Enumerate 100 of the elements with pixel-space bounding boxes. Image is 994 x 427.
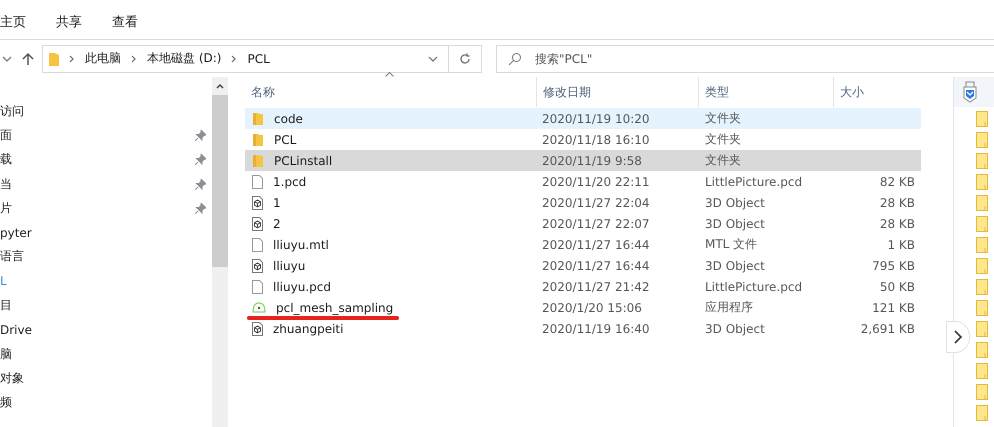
folder-icon[interactable]	[976, 111, 988, 127]
nav-item[interactable]: 载	[0, 148, 212, 172]
folder-icon[interactable]	[976, 279, 988, 295]
date-cell: 2020/11/27 21:42	[542, 280, 650, 294]
file-name: lliuyu.pcd	[273, 280, 331, 294]
search-icon	[508, 52, 522, 66]
file-row[interactable]: zhuangpeiti 2020/11/19 16:40 3D Object 2,691 KB	[245, 318, 921, 339]
file-row[interactable]: lliuyu.pcd 2020/11/27 21:42 LittlePicture.pcd 50 KB	[245, 276, 921, 297]
size-cell: 28 KB	[880, 196, 915, 210]
column-header[interactable]: 修改日期	[537, 77, 699, 107]
type-cell: MTL 文件	[705, 236, 758, 253]
file-row[interactable]: code 2020/11/19 10:20 文件夹	[245, 108, 921, 129]
date-cell: 2020/11/27 22:04	[542, 196, 650, 210]
date-cell: 2020/11/27 16:44	[542, 258, 650, 272]
column-header[interactable]: 大小	[834, 77, 920, 107]
nav-item[interactable]: 访问	[0, 99, 212, 124]
folder-icon[interactable]	[976, 321, 988, 337]
folder-icon[interactable]	[976, 384, 988, 400]
pin-icon[interactable]	[195, 130, 206, 141]
type-cell: 文件夹	[705, 131, 741, 148]
file-name: lliuyu.mtl	[273, 238, 329, 252]
type-cell: 3D Object	[705, 196, 765, 210]
expand-button[interactable]	[946, 321, 970, 353]
address-bar[interactable]: 此电脑 本地磁盘 (D:) PCL	[42, 44, 482, 72]
pin-icon[interactable]	[195, 202, 206, 214]
nav-item[interactable]: 对象	[0, 366, 212, 391]
cube-file-icon	[252, 322, 263, 336]
file-row[interactable]: lliuyu.mtl 2020/11/27 16:44 MTL 文件 1 KB	[245, 234, 921, 255]
nav-item[interactable]: 频	[0, 390, 212, 415]
file-name: PCLinstall	[274, 154, 332, 168]
chevron-down-icon[interactable]	[428, 54, 438, 62]
file-row[interactable]: 1.pcd 2020/11/20 22:11 LittlePicture.pcd 82 KB	[245, 171, 921, 192]
folder-icon[interactable]	[976, 363, 988, 379]
date-cell: 2020/11/19 10:20	[542, 112, 650, 126]
up-arrow-icon[interactable]	[22, 52, 34, 66]
size-cell: 82 KB	[880, 174, 915, 188]
nav-item[interactable]: 片	[0, 196, 212, 220]
folder-icon[interactable]	[976, 174, 988, 190]
scroll-up-icon[interactable]	[216, 83, 224, 89]
breadcrumb[interactable]: 本地磁盘 (D:)	[147, 50, 222, 67]
size-cell: 795 KB	[872, 258, 915, 272]
folder-icon[interactable]	[976, 195, 988, 211]
folder-icon[interactable]	[976, 405, 988, 421]
folder-icon[interactable]	[976, 258, 988, 274]
size-cell: 1 KB	[887, 238, 915, 252]
date-cell: 2020/11/18 16:10	[542, 132, 650, 146]
nav-item[interactable]: 当	[0, 172, 212, 196]
pin-icon[interactable]	[195, 154, 206, 166]
shield-icon[interactable]	[962, 81, 978, 103]
folder-icon[interactable]	[976, 153, 988, 169]
file-row[interactable]: PCL 2020/11/18 16:10 文件夹	[245, 129, 921, 150]
nav-item[interactable]: 语言	[0, 244, 212, 270]
pin-icon[interactable]	[195, 178, 206, 190]
chevron-right-icon	[69, 54, 75, 62]
chevron-right-icon	[131, 54, 137, 62]
breadcrumb[interactable]: PCL	[247, 52, 270, 66]
ribbon-tab[interactable]: 查看	[112, 13, 138, 31]
type-cell: 3D Object	[705, 216, 765, 230]
file-row[interactable]: PCLinstall 2020/11/19 9:58 文件夹	[245, 150, 921, 171]
folder-icon	[252, 112, 264, 125]
type-cell: LittlePicture.pcd	[705, 280, 802, 294]
type-cell: 文件夹	[705, 152, 741, 169]
file-row[interactable]: lliuyu 2020/11/27 16:44 3D Object 795 KB	[245, 255, 921, 276]
date-cell: 2020/11/19 16:40	[542, 322, 650, 336]
document-icon	[252, 174, 263, 188]
folder-icon[interactable]	[976, 342, 988, 358]
cube-file-icon	[252, 258, 263, 272]
folder-icon[interactable]	[976, 132, 988, 148]
search-field[interactable]: 搜索"PCL"	[496, 44, 994, 72]
nav-item[interactable]: 脑	[0, 342, 212, 366]
column-header[interactable]: 类型	[699, 77, 834, 107]
nav-item[interactable]: Drive	[0, 318, 212, 342]
file-row[interactable]: 1 2020/11/27 22:04 3D Object 28 KB	[245, 192, 921, 213]
folder-icon[interactable]	[976, 216, 988, 232]
folder-icon[interactable]	[976, 237, 988, 253]
cube-file-icon	[252, 196, 263, 210]
chevron-down-icon[interactable]	[2, 54, 12, 64]
folder-icon[interactable]	[976, 300, 988, 316]
type-cell: 应用程序	[705, 299, 753, 316]
chevron-right-icon	[954, 330, 962, 344]
nav-item[interactable]: pyter	[0, 220, 212, 245]
refresh-icon[interactable]	[459, 52, 471, 64]
breadcrumb[interactable]: 此电脑	[85, 50, 121, 67]
file-name: 2	[273, 216, 281, 230]
chevron-right-icon	[231, 54, 238, 62]
size-cell: 2,691 KB	[860, 322, 915, 336]
date-cell: 2020/11/20 22:11	[542, 174, 650, 188]
ribbon-tab[interactable]: 共享	[56, 13, 82, 31]
scroll-thumb[interactable]	[212, 95, 228, 267]
nav-item[interactable]: 面	[0, 123, 212, 148]
column-header[interactable]: 名称	[245, 77, 537, 107]
application-icon	[252, 302, 266, 313]
file-row[interactable]: 2 2020/11/27 22:07 3D Object 28 KB	[245, 213, 921, 234]
file-row[interactable]: pcl_mesh_sampling 2020/1/20 15:06 应用程序 121 KB	[245, 297, 921, 318]
file-name: pcl_mesh_sampling	[276, 300, 394, 314]
type-cell: 3D Object	[705, 258, 765, 272]
nav-item[interactable]: 目	[0, 293, 212, 318]
ribbon-tab[interactable]: 主页	[0, 13, 26, 31]
date-cell: 2020/11/19 9:58	[542, 154, 642, 168]
scrollbar[interactable]	[212, 77, 228, 427]
